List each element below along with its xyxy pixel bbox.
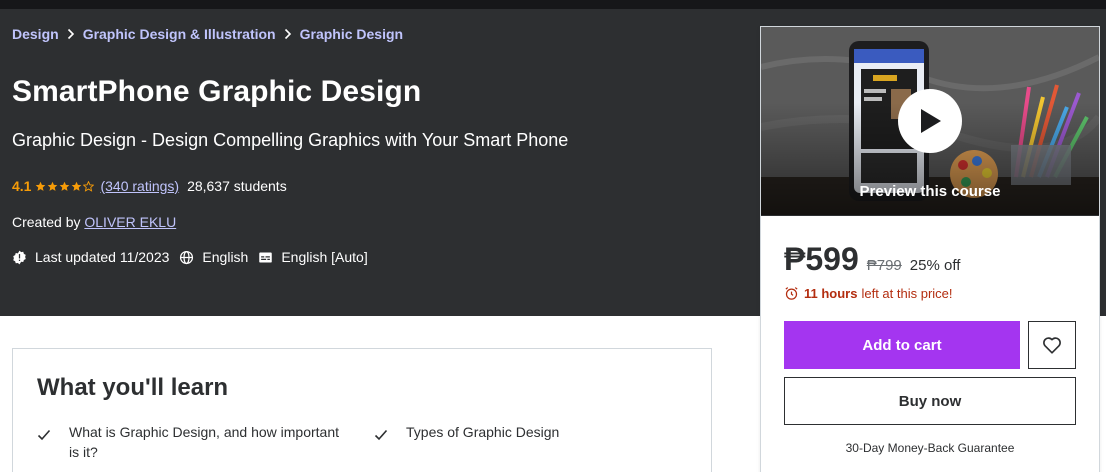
author-link[interactable]: OLIVER EKLU xyxy=(84,214,176,230)
star-icon xyxy=(36,181,46,191)
breadcrumb-item-graphic-design[interactable]: Graphic Design xyxy=(300,26,403,42)
price-timer: 11 hours left at this price! xyxy=(784,286,953,301)
closed-captions-icon xyxy=(259,252,273,262)
learn-item: Types of Graphic Design xyxy=(374,422,684,446)
last-updated: Last updated 11/2023 xyxy=(12,249,169,265)
last-updated-text: Last updated 11/2023 xyxy=(35,249,170,265)
what-youll-learn-heading: What you'll learn xyxy=(37,374,229,401)
heart-icon xyxy=(1043,337,1061,354)
captions-text: English [Auto] xyxy=(281,249,368,265)
alarm-clock-icon xyxy=(785,287,798,300)
course-title: SmartPhone Graphic Design xyxy=(12,75,422,108)
top-nav-strip xyxy=(0,0,1106,9)
preview-label: Preview this course xyxy=(859,183,1001,200)
wishlist-button[interactable] xyxy=(1028,321,1076,369)
chevron-right-icon xyxy=(59,28,83,40)
original-price: ₱799 xyxy=(866,257,902,274)
created-by-label: Created by xyxy=(12,214,81,230)
timer-hours: 11 hours xyxy=(804,286,858,301)
language: English xyxy=(179,249,248,265)
students-count: 28,637 students xyxy=(187,178,287,194)
play-button[interactable] xyxy=(898,89,962,153)
price-row: ₱599 ₱799 25% off xyxy=(784,241,960,278)
course-preview-video[interactable]: Preview this course xyxy=(761,27,1099,216)
check-icon xyxy=(374,422,406,446)
learn-item: What is Graphic Design, and how importan… xyxy=(37,422,347,462)
captions: English [Auto] xyxy=(258,249,368,265)
learn-item-text: What is Graphic Design, and how importan… xyxy=(69,424,340,460)
add-to-cart-button[interactable]: Add to cart xyxy=(784,321,1020,369)
breadcrumb: Design Graphic Design & Illustration Gra… xyxy=(12,26,403,42)
current-price: ₱599 xyxy=(784,241,859,277)
learn-item-text: Types of Graphic Design xyxy=(406,424,560,440)
check-icon xyxy=(37,422,69,462)
star-icon xyxy=(48,181,58,191)
star-icon xyxy=(72,181,82,191)
star-outline-icon xyxy=(83,180,95,192)
timer-text: left at this price! xyxy=(861,286,953,301)
rating-number: 4.1 xyxy=(12,178,32,194)
chevron-right-icon xyxy=(276,28,300,40)
star-rating xyxy=(35,180,95,192)
purchase-sidebar: Preview this course ₱599 ₱799 25% off 11… xyxy=(760,26,1100,472)
globe-icon xyxy=(180,250,194,264)
play-icon xyxy=(921,109,941,133)
what-youll-learn-box: What you'll learn What is Graphic Design… xyxy=(12,348,712,472)
rating-row: 4.1 (340 ratings) 28,637 students xyxy=(12,178,287,194)
breadcrumb-item-graphic-design-illustration[interactable]: Graphic Design & Illustration xyxy=(83,26,276,42)
star-icon xyxy=(60,181,70,191)
course-subtitle: Graphic Design - Design Compelling Graph… xyxy=(12,130,569,150)
alert-badge-icon xyxy=(13,250,26,264)
ratings-count-link[interactable]: (340 ratings) xyxy=(100,178,179,194)
language-text: English xyxy=(202,249,249,265)
created-by: Created by OLIVER EKLU xyxy=(12,214,176,230)
course-meta: Last updated 11/2023 English English [Au… xyxy=(12,249,378,265)
buy-now-button[interactable]: Buy now xyxy=(784,377,1076,425)
money-back-guarantee: 30-Day Money-Back Guarantee xyxy=(845,441,1015,455)
discount-percent: 25% off xyxy=(909,257,961,274)
breadcrumb-item-design[interactable]: Design xyxy=(12,26,59,42)
